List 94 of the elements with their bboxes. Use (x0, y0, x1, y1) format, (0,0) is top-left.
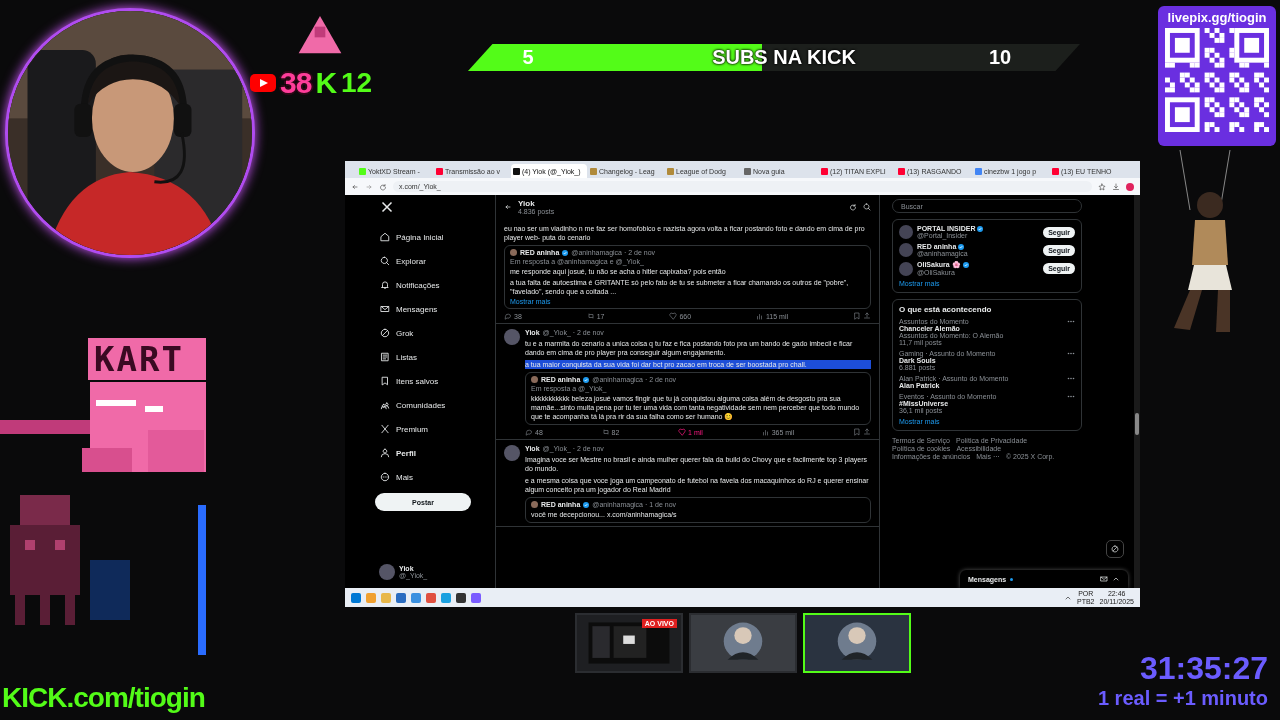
repost-icon (586, 312, 595, 320)
grok-icon (380, 328, 390, 338)
verified-icon (583, 376, 590, 383)
chevron-up-icon (1112, 575, 1120, 583)
avatar (899, 225, 913, 239)
more-icon[interactable] (1067, 395, 1075, 398)
taskbar-app-icon[interactable] (456, 592, 466, 603)
quoted-post[interactable] (504, 245, 871, 309)
refresh-icon (849, 203, 857, 211)
bookmark-icon (852, 428, 861, 436)
subathon-timer: 31:35:27 (1139, 650, 1268, 687)
views-icon (761, 428, 770, 436)
search-icon (380, 256, 390, 266)
download-icon (1112, 182, 1120, 191)
nav-item[interactable]: Perfil (375, 441, 495, 465)
repost-icon (601, 428, 610, 436)
quoted-post[interactable] (525, 372, 871, 425)
star-icon (1098, 182, 1106, 191)
pixel-sign: KART (88, 338, 206, 380)
subscriber-count: 38 (280, 66, 312, 100)
avatar (531, 501, 538, 508)
nav-item[interactable]: Listas (375, 345, 495, 369)
tab-favicon-icon (359, 167, 366, 175)
tab-favicon-icon (667, 167, 674, 175)
tab-favicon-icon (513, 167, 520, 175)
more-icon (380, 472, 390, 482)
avatar (899, 261, 913, 276)
verified-icon (962, 262, 969, 268)
back-icon (351, 182, 359, 191)
people-icon (380, 400, 390, 410)
mail-icon (1100, 575, 1108, 583)
nav-item[interactable]: Página Inicial (375, 225, 495, 249)
more-icon[interactable] (1067, 377, 1075, 380)
profile-avatar-icon[interactable] (1126, 182, 1134, 191)
tab-favicon-icon (821, 167, 828, 175)
back-icon (504, 203, 512, 211)
heart-icon (669, 312, 678, 320)
avatar (379, 564, 395, 580)
nav-item[interactable]: Grok (375, 321, 495, 345)
verified-icon (958, 243, 965, 250)
avatar (899, 243, 913, 257)
avatar (504, 329, 520, 345)
home-icon (380, 232, 390, 242)
avatar (531, 376, 538, 383)
grok-button[interactable] (1106, 540, 1124, 558)
reply-icon (504, 312, 512, 320)
views-icon (756, 312, 764, 320)
unread-dot-icon (1010, 577, 1014, 581)
timer-rule: 1 real = +1 minuto (1097, 687, 1268, 710)
reload-icon (379, 182, 387, 191)
person-icon (380, 448, 390, 458)
card-title: O que está acontecendo (899, 305, 993, 314)
tab-favicon-icon (1052, 167, 1059, 175)
nav-item[interactable]: Explorar (375, 249, 495, 273)
tab-favicon-icon (590, 167, 597, 175)
tab-favicon-icon (436, 167, 443, 175)
more-icon[interactable] (1067, 352, 1075, 355)
share-icon (862, 312, 871, 320)
forward-icon (365, 182, 373, 191)
tab-favicon-icon (898, 167, 905, 175)
youtube-icon (250, 74, 276, 92)
nav-item[interactable]: Comunidades (375, 393, 495, 417)
nav-item[interactable]: Mais (375, 465, 495, 489)
tab-favicon-icon (975, 167, 982, 175)
count-suffix: K (315, 66, 338, 100)
goal-target: 10 (987, 46, 1013, 69)
mail-icon (380, 304, 390, 314)
nav-item[interactable]: Notificações (375, 273, 495, 297)
nav-item[interactable]: Premium (375, 417, 495, 441)
bell-icon (380, 280, 390, 290)
scrollbar[interactable] (1134, 195, 1140, 588)
subscriber-delta: 12 (341, 67, 373, 99)
reply-icon (525, 428, 533, 436)
heart-icon (678, 428, 687, 436)
tab-favicon-icon (744, 167, 751, 175)
profile-name: Yiok (518, 199, 536, 208)
more-icon[interactable] (1067, 320, 1075, 323)
nav-item[interactable]: Itens salvos (375, 369, 495, 393)
verified-icon (583, 501, 590, 508)
avatar (510, 249, 517, 256)
donation-url: livepix.gg/tiogin (1167, 9, 1267, 27)
channel-url: KICK.com/tiogin (2, 682, 205, 714)
avatar (504, 445, 520, 461)
nav-item[interactable]: Mensagens (375, 297, 495, 321)
goal-current: 5 (521, 46, 535, 69)
share-icon (862, 428, 871, 436)
verified-icon (562, 249, 569, 256)
x-logo-icon[interactable] (381, 201, 393, 213)
search-icon (863, 203, 871, 211)
list-icon (380, 352, 390, 362)
verified-icon (977, 225, 984, 232)
bookmark-icon (852, 312, 861, 320)
x-icon (380, 424, 390, 434)
bookmark-icon (380, 376, 390, 386)
